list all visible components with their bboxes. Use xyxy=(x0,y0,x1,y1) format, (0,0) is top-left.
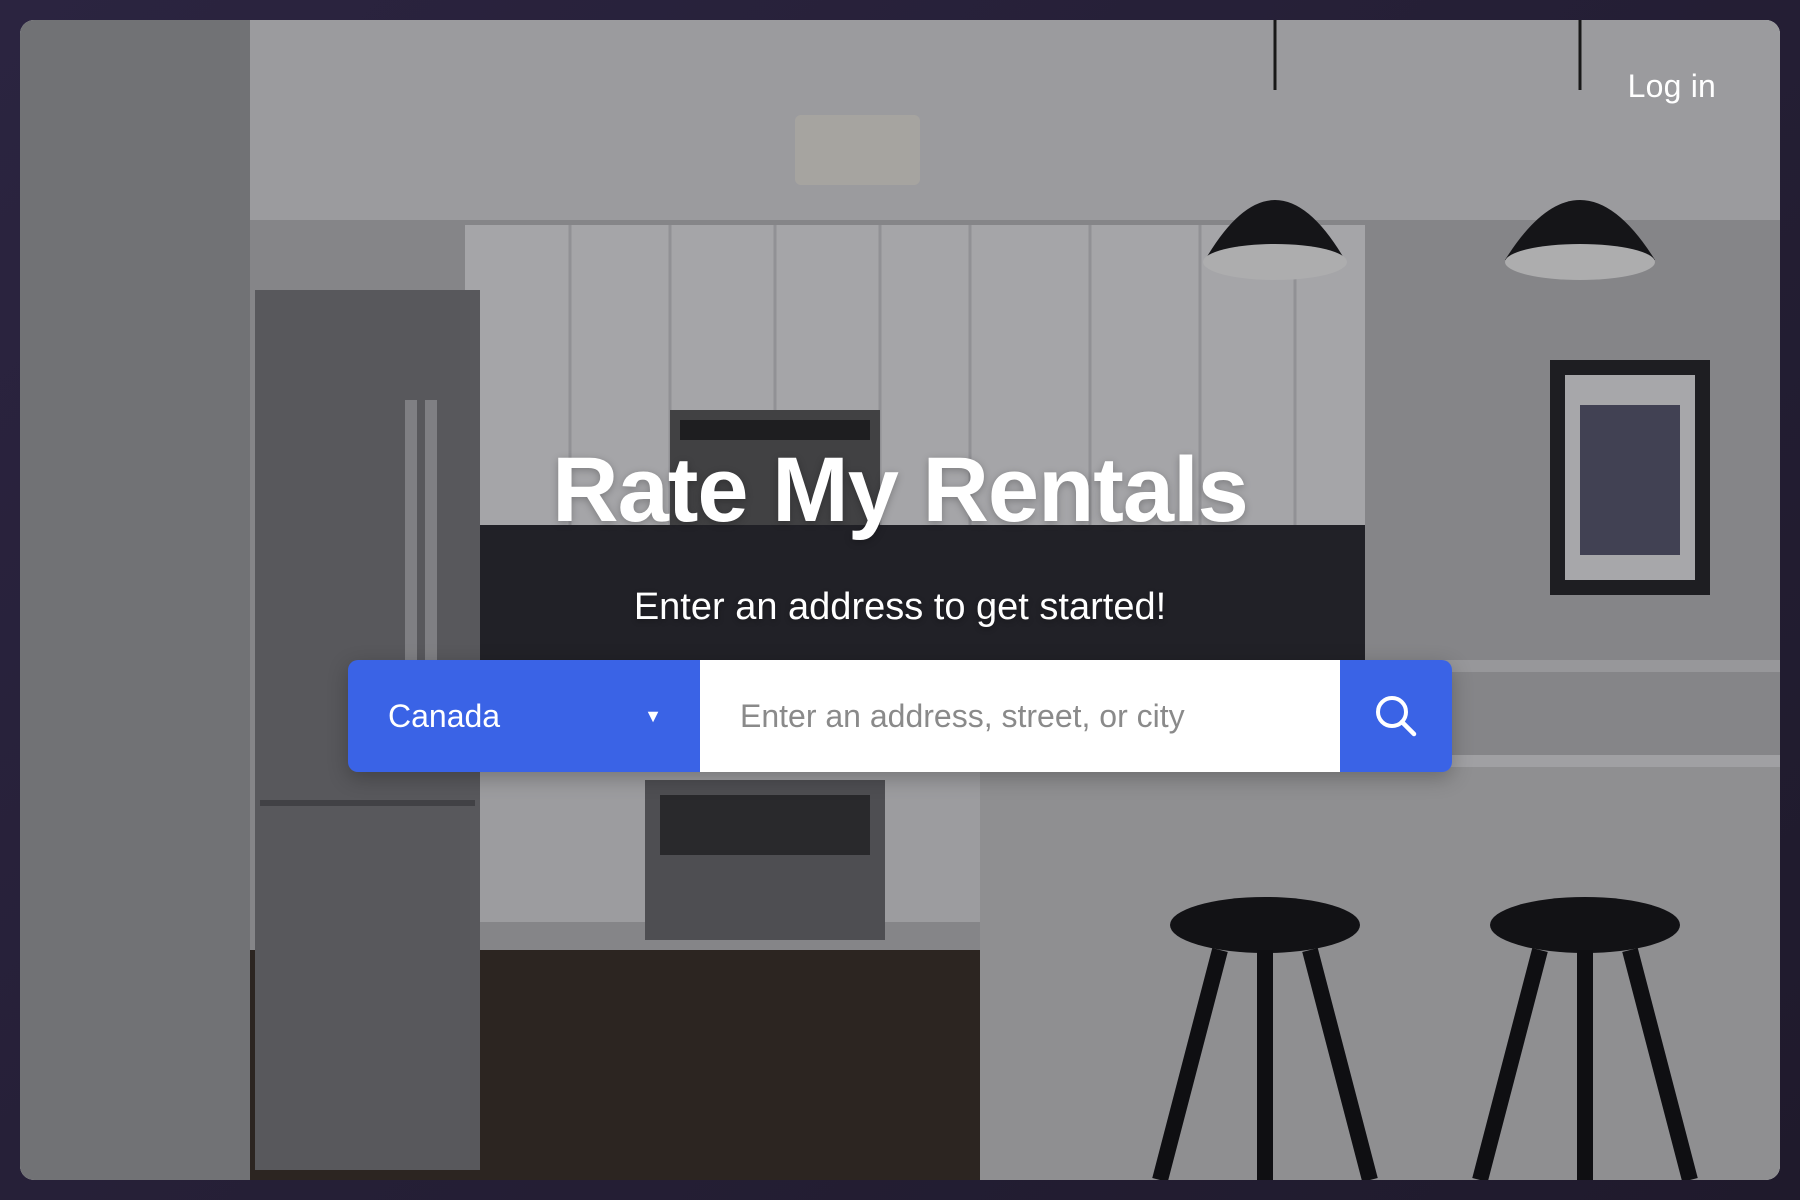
country-select[interactable]: Canada ▼ xyxy=(348,660,700,772)
country-select-value: Canada xyxy=(388,697,501,734)
search-button[interactable] xyxy=(1340,660,1452,772)
chevron-down-icon: ▼ xyxy=(644,705,662,726)
hero-section: Log in Rate My Rentals Enter an address … xyxy=(20,20,1780,1180)
search-icon xyxy=(1376,696,1417,737)
address-search-bar: Canada ▼ xyxy=(348,660,1452,772)
page-title: Rate My Rentals xyxy=(552,439,1249,541)
window-frame: Log in Rate My Rentals Enter an address … xyxy=(0,0,1800,1200)
login-link[interactable]: Log in xyxy=(1628,68,1716,105)
page-subtitle: Enter an address to get started! xyxy=(633,586,1167,628)
address-search-input[interactable] xyxy=(700,660,1340,772)
